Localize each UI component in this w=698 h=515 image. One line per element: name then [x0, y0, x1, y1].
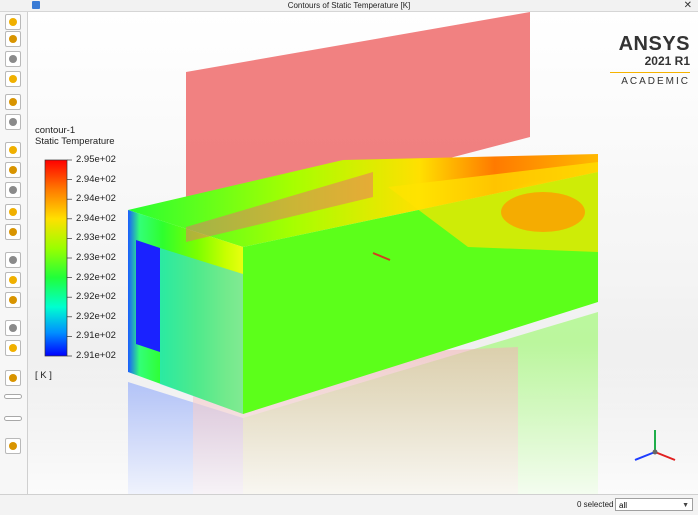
axes-orient-icon[interactable]	[5, 224, 21, 240]
chevron-down-icon: ▼	[682, 502, 689, 509]
legend-tick-label: 2.93e+02	[76, 232, 116, 244]
zoom-in-icon[interactable]	[5, 162, 21, 178]
brand-version: 2021 R1	[644, 54, 690, 68]
mesh-display-icon[interactable]	[5, 320, 21, 336]
selection-filter-dropdown[interactable]: all ▼	[615, 498, 693, 511]
camera-icon[interactable]	[5, 438, 21, 454]
zoom-out-icon[interactable]	[5, 182, 21, 198]
legend-variable: Static Temperature	[35, 136, 115, 147]
layout-icon[interactable]	[4, 416, 22, 421]
window-title: Contours of Static Temperature [K]	[287, 1, 411, 10]
legend-tick-label: 2.92e+02	[76, 271, 116, 283]
legend-tick-label: 2.91e+02	[76, 330, 116, 342]
legend-colorbar	[44, 159, 68, 357]
hot-core	[501, 192, 585, 232]
probe-info-icon[interactable]	[5, 114, 21, 130]
zoom-box-icon[interactable]	[5, 71, 21, 87]
legend-tick-label: 2.91e+02	[76, 350, 116, 361]
view-icon[interactable]	[5, 340, 21, 356]
legend-contour-name: contour-1	[35, 125, 76, 136]
lighting-icon[interactable]	[5, 252, 21, 268]
transparency-icon[interactable]	[5, 292, 21, 308]
legend-unit: [ K ]	[35, 370, 52, 381]
graphics-viewport[interactable]: contour-1 Static Temperature 2.95e+02 2.9…	[28, 12, 698, 494]
brand-edition: ACADEMIC	[621, 76, 690, 87]
axis-origin-icon	[652, 449, 658, 455]
zoom-icon[interactable]	[5, 94, 21, 110]
legend-tick-label: 2.93e+02	[76, 252, 116, 263]
ruler-icon[interactable]	[4, 394, 22, 399]
ansys-brand: ANSYS 2021 R1 ACADEMIC	[610, 34, 690, 88]
headlight-icon[interactable]	[5, 272, 21, 288]
selection-count: 0 selected	[577, 500, 614, 509]
legend-tick-label: 2.95e+02	[76, 154, 116, 165]
brand-name: ANSYS	[618, 33, 690, 55]
title-bar: Contours of Static Temperature [K] ✕	[0, 0, 698, 12]
plot-icon[interactable]	[5, 370, 21, 386]
fit-to-window-icon[interactable]	[5, 142, 21, 158]
zoom-reset-icon[interactable]	[5, 204, 21, 220]
status-bar: 0 selected all ▼	[0, 494, 698, 515]
select-pointer-icon[interactable]	[5, 14, 21, 30]
legend-tick-label: 2.94e+02	[76, 212, 116, 224]
legend-ticks	[67, 159, 72, 357]
graphics-toolbar	[0, 12, 28, 502]
inlet-cold-region	[136, 240, 160, 352]
legend-tick-label: 2.92e+02	[76, 291, 116, 303]
legend-tick-label: 2.92e+02	[76, 310, 116, 322]
close-icon[interactable]: ✕	[684, 0, 692, 11]
brand-divider	[610, 72, 690, 73]
contour-scene[interactable]	[28, 12, 698, 494]
legend-tick-label: 2.94e+02	[76, 173, 116, 185]
selection-filter-value: all	[619, 501, 628, 510]
pan-view-icon[interactable]	[5, 51, 21, 67]
rotate-view-icon[interactable]	[5, 31, 21, 47]
legend-tick-label: 2.94e+02	[76, 193, 116, 205]
